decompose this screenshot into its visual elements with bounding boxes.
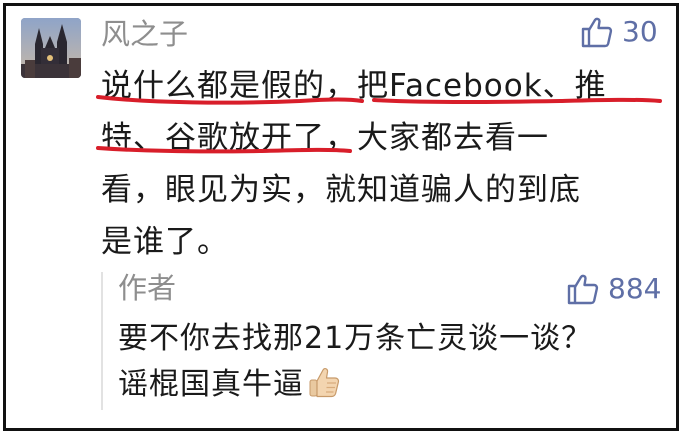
reply-line-text: 谣棍国真牛逼 bbox=[118, 367, 304, 402]
reply-text: 要不你去找那21万条亡灵谈一谈？ 谣棍国真牛逼 bbox=[118, 316, 658, 408]
comment-line: 是谁了。 bbox=[101, 224, 229, 260]
reply-line: 要不你去找那21万条亡灵谈一谈？ bbox=[118, 321, 593, 356]
reply-like-count: 884 bbox=[608, 272, 662, 305]
reply-divider bbox=[101, 272, 103, 410]
thumbs-up-outline-icon bbox=[581, 17, 613, 48]
reply-line: 谣棍国真牛逼 bbox=[118, 362, 658, 408]
thumbs-up-emoji-icon bbox=[306, 364, 342, 414]
comment-username[interactable]: 风之子 bbox=[101, 14, 188, 54]
comment-line: 看，眼见为实，就知道骗人的到底 bbox=[101, 172, 581, 208]
comment-line: 说什么都是假的，把Facebook、推 bbox=[101, 68, 607, 104]
user-avatar[interactable] bbox=[21, 18, 81, 78]
comment-like-button[interactable]: 30 bbox=[580, 14, 658, 50]
reply-author[interactable]: 作者 bbox=[118, 268, 176, 308]
thumbs-up-outline-icon bbox=[567, 274, 599, 305]
comment-text: 说什么都是假的，把Facebook、推 特、谷歌放开了，大家都去看一 看，眼见为… bbox=[101, 60, 661, 268]
comment-like-count: 30 bbox=[622, 15, 658, 48]
reply-like-button[interactable]: 884 bbox=[566, 271, 661, 307]
comment-line: 特、谷歌放开了，大家都去看一 bbox=[101, 120, 549, 156]
